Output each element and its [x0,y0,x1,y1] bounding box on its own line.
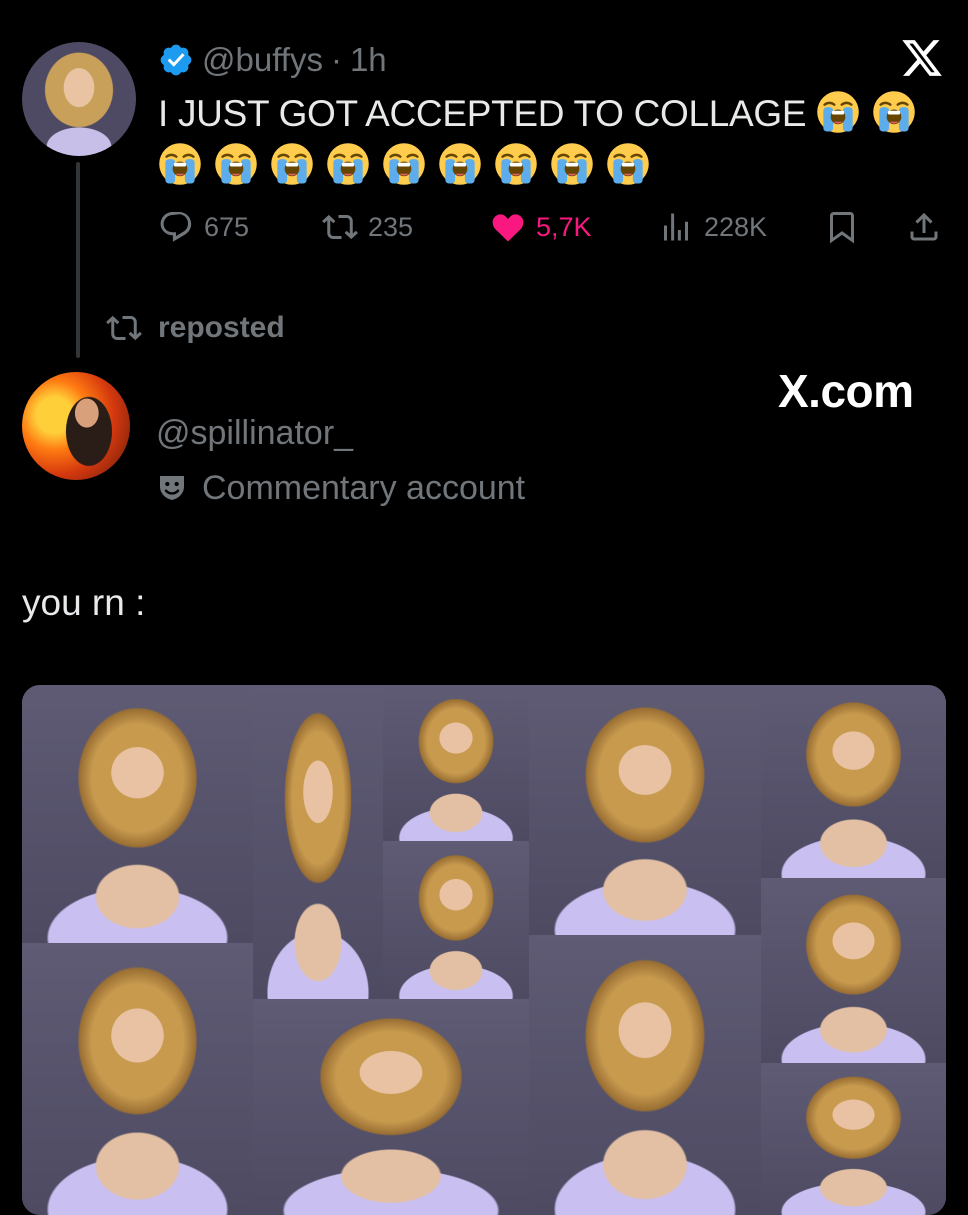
loudly-crying-face-icon [215,143,257,185]
loudly-crying-face-icon [607,143,649,185]
bookmark-button[interactable] [824,206,860,248]
loudly-crying-face-icon [495,143,537,185]
loudly-crying-face-icon [327,143,369,185]
x-logo-icon [902,40,942,76]
views-button[interactable]: 228K [658,206,767,248]
collage-photo [22,685,253,943]
collage-photo [253,685,383,999]
share-button[interactable] [906,206,942,248]
emoji-group [158,143,662,186]
reply-icon [160,212,192,242]
like-button[interactable]: 5,7K [490,206,592,248]
share-icon [910,212,938,241]
collage-photo [383,685,529,841]
repost-indicator: reposted [104,306,285,350]
collage-photo [529,685,761,935]
repost-button[interactable]: 235 [322,206,413,248]
repost-icon [322,214,358,240]
post-text: you rn : [22,582,146,623]
loudly-crying-face-icon [551,143,593,185]
loudly-crying-face-icon [383,143,425,185]
repost-icon [106,315,142,341]
tweet-text: I JUST GOT ACCEPTED TO COLLAGE [158,88,948,192]
bookmark-icon [830,212,854,244]
thread-connector [76,162,80,358]
author-handle[interactable]: @spillinator_ [156,414,353,453]
collage-photo [22,943,253,1215]
timestamp[interactable]: 1h [350,41,387,79]
heart-icon [492,214,524,242]
collage-photo [253,999,529,1215]
views-icon [664,213,688,241]
loudly-crying-face-icon [817,91,860,133]
collage-photo [529,935,761,1215]
repost-label: reposted [158,311,285,344]
loudly-crying-face-icon [873,91,916,133]
action-bar: 675 235 5,7K 228K [158,200,948,254]
commentary-mask-icon [160,476,184,500]
loudly-crying-face-icon [439,143,481,185]
repost-count: 235 [368,211,414,242]
tweet-text-content: I JUST GOT ACCEPTED TO COLLAGE [158,93,807,134]
avatar[interactable] [22,42,136,156]
handle-separator: · [330,41,342,78]
emoji-group [806,91,928,134]
avatar[interactable] [22,372,130,480]
collage-photo [761,685,946,878]
brand-label: X.com [778,365,914,417]
loudly-crying-face-icon [159,143,201,185]
reply-button[interactable]: 675 [158,206,249,248]
collage-photo [383,841,529,999]
tweet-header: @buffys · 1h [158,40,387,80]
collage-photo [761,878,946,1063]
media-image[interactable] [22,685,946,1215]
verified-badge-icon [160,44,192,76]
reply-count: 675 [204,211,250,242]
author-handle[interactable]: @buffys [202,41,323,79]
loudly-crying-face-icon [271,143,313,185]
view-count: 228K [704,211,768,242]
collage-photo [761,1063,946,1215]
like-count: 5,7K [536,211,592,242]
account-label-text: Commentary account [202,468,526,507]
account-label: Commentary account [156,466,525,510]
